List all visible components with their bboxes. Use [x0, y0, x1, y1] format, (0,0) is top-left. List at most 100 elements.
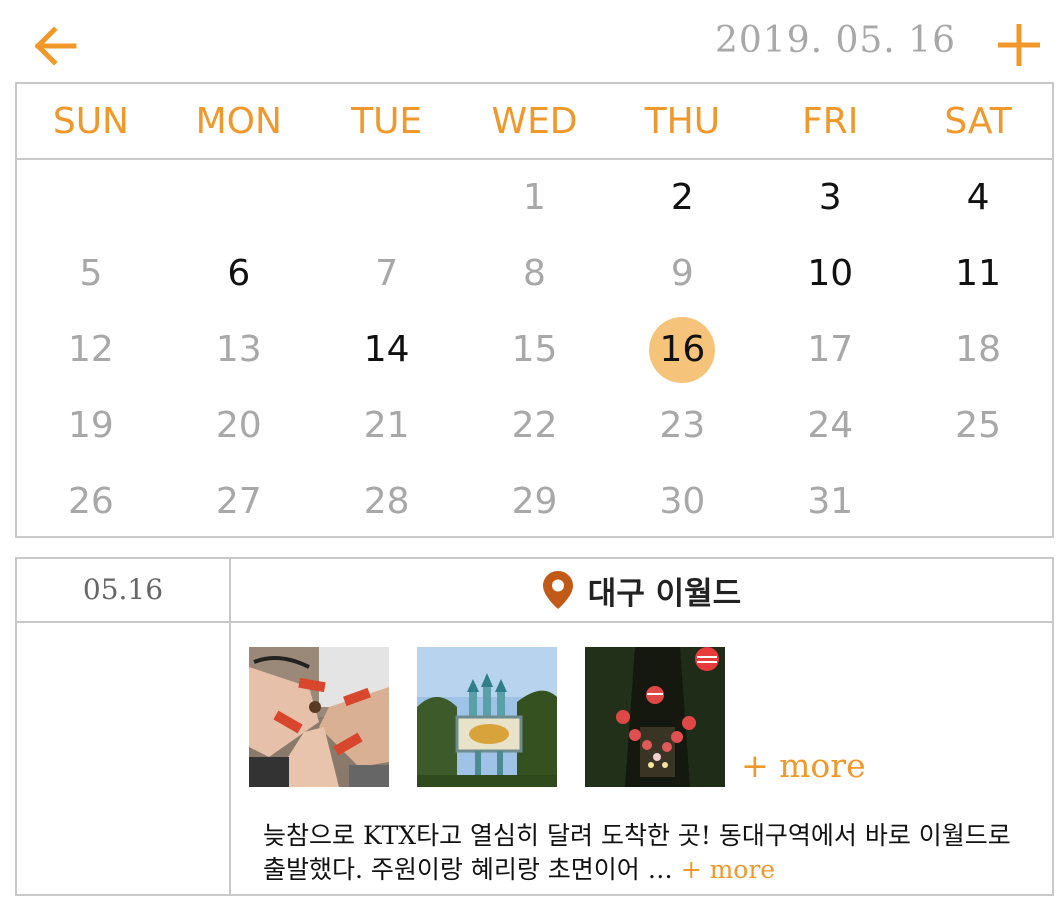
calendar-day[interactable]: 20 [165, 388, 313, 464]
calendar-week: 5 6 7 8 9 10 11 [17, 236, 1052, 312]
calendar-day[interactable]: 30 [608, 464, 756, 540]
day-number: 30 [659, 481, 706, 522]
calendar-empty-cell [313, 160, 461, 236]
day-number: 2 [670, 177, 694, 218]
day-number: 7 [375, 253, 399, 294]
photos-more-link[interactable]: + more [741, 746, 866, 785]
weekday-label: SAT [944, 101, 1012, 142]
entry-side-column [17, 623, 231, 894]
diary-entry: 05.16 대구 이월드 + more 늦참으로 KTX타고 열심히 달려 도착… [15, 557, 1054, 896]
day-number: 17 [807, 329, 854, 370]
calendar-week: 12 13 14 15 16 17 18 [17, 312, 1052, 388]
weekday-label: WED [491, 101, 578, 142]
calendar-day[interactable]: 2 [608, 160, 756, 236]
day-number: 22 [511, 405, 558, 446]
calendar-day[interactable]: 1 [461, 160, 609, 236]
calendar-day[interactable]: 15 [461, 312, 609, 388]
calendar-day[interactable]: 18 [904, 312, 1052, 388]
day-number: 4 [966, 177, 990, 218]
calendar-day[interactable]: 5 [17, 236, 165, 312]
calendar-day[interactable]: 23 [608, 388, 756, 464]
calendar-week: 19 20 21 22 23 24 25 [17, 388, 1052, 464]
calendar-day[interactable]: 26 [17, 464, 165, 540]
calendar-day[interactable]: 19 [17, 388, 165, 464]
lantern-night-photo [585, 647, 725, 787]
calendar-grid: 1 2 3 4 5 6 7 8 9 10 11 12 13 14 15 16 17 18 19 20 21 22 23 24 2… [17, 160, 1052, 540]
day-number: 24 [807, 405, 854, 446]
day-number: 20 [215, 405, 262, 446]
day-number: 31 [807, 481, 854, 522]
calendar-day[interactable]: 29 [461, 464, 609, 540]
weekday-label: THU [644, 101, 721, 142]
calendar-empty-cell [904, 464, 1052, 540]
calendar-day[interactable]: 12 [17, 312, 165, 388]
calendar-day[interactable]: 31 [756, 464, 904, 540]
day-number: 12 [68, 329, 114, 370]
calendar-day[interactable]: 25 [904, 388, 1052, 464]
day-number: 8 [523, 253, 546, 294]
photo-thumbnail-wristbands[interactable] [249, 647, 389, 787]
calendar-day[interactable]: 9 [608, 236, 756, 312]
entry-date: 05.16 [17, 559, 231, 621]
photo-thumbnail-lanterns[interactable] [585, 647, 725, 787]
place-name: 대구 이월드 [587, 575, 742, 612]
calendar-empty-cell [17, 160, 165, 236]
calendar-day[interactable]: 14 [313, 312, 461, 388]
calendar-day[interactable]: 7 [313, 236, 461, 312]
photo-thumbnail-castle-gate[interactable] [417, 647, 557, 787]
memo-more-link[interactable]: + more [681, 855, 775, 884]
calendar-day[interactable]: 6 [165, 236, 313, 312]
weekday-header: SUN MON TUE WED THU FRI SAT [17, 84, 1052, 160]
day-number: 19 [68, 405, 114, 446]
calendar-day[interactable]: 10 [756, 236, 904, 312]
weekday-label: FRI [802, 101, 859, 142]
day-number: 9 [670, 253, 694, 294]
calendar-day[interactable]: 4 [904, 160, 1052, 236]
calendar-day[interactable]: 27 [165, 464, 313, 540]
day-number: 21 [363, 405, 410, 446]
entry-header: 05.16 대구 이월드 [17, 559, 1052, 623]
calendar-day-selected[interactable]: 16 [608, 312, 756, 388]
weekday-label: SUN [52, 101, 129, 142]
day-number: 5 [79, 253, 103, 294]
calendar-week: 1 2 3 4 [17, 160, 1052, 236]
weekday-label: MON [195, 101, 282, 142]
top-bar: 2019. 05. 16 [0, 0, 1058, 82]
calendar-day[interactable]: 13 [165, 312, 313, 388]
day-number: 14 [363, 329, 410, 370]
weekday-label: TUE [351, 101, 423, 142]
plus-icon [998, 24, 1040, 66]
calendar-day[interactable]: 21 [313, 388, 461, 464]
day-number: 6 [227, 253, 251, 294]
add-entry-button[interactable] [994, 20, 1044, 70]
location-pin-icon [542, 571, 573, 609]
castle-gate-photo [417, 647, 557, 787]
entry-memo: 늦참으로 KTX타고 열심히 달려 도착한 곳! 동대구역에서 바로 이월드로 … [263, 819, 1033, 887]
month-calendar: SUN MON TUE WED THU FRI SAT 1 2 3 4 5 6 7 8 9 10 1… [15, 82, 1054, 538]
wristbands-photo [249, 647, 389, 787]
calendar-week: 26 27 28 29 30 31 [17, 464, 1052, 540]
day-number: 27 [215, 481, 262, 522]
current-date: 2019. 05. 16 [714, 20, 956, 61]
arrow-left-icon [34, 26, 77, 66]
day-number: 3 [818, 177, 842, 218]
calendar-day[interactable]: 17 [756, 312, 904, 388]
back-button[interactable] [30, 22, 80, 70]
calendar-day[interactable]: 28 [313, 464, 461, 540]
entry-location[interactable]: 대구 이월드 [231, 559, 1052, 621]
day-number: 26 [68, 481, 114, 522]
calendar-day[interactable]: 24 [756, 388, 904, 464]
day-number: 23 [659, 405, 706, 446]
memo-text: 늦참으로 KTX타고 열심히 달려 도착한 곳! 동대구역에서 바로 이월드로 … [263, 821, 1011, 884]
day-number: 16 [659, 329, 706, 370]
calendar-day[interactable]: 3 [756, 160, 904, 236]
day-number: 29 [511, 481, 558, 522]
day-number: 18 [955, 329, 1001, 370]
calendar-day[interactable]: 22 [461, 388, 609, 464]
day-number: 1 [523, 177, 546, 218]
day-number: 15 [511, 329, 558, 370]
calendar-day[interactable]: 11 [904, 236, 1052, 312]
calendar-day[interactable]: 8 [461, 236, 609, 312]
day-number: 10 [807, 253, 854, 294]
day-number: 25 [955, 405, 1001, 446]
